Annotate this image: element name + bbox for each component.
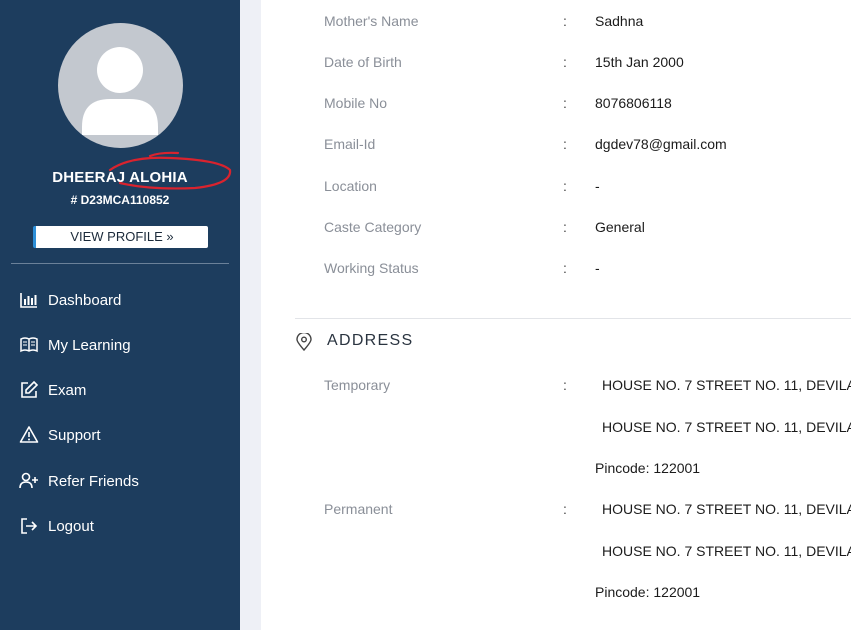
sidebar-item-label: Logout [48, 517, 94, 535]
sidebar-item-logout[interactable]: Logout [19, 514, 94, 538]
red-annotation-scribble [108, 151, 232, 190]
sidebar-divider [11, 263, 229, 264]
user-plus-icon [19, 472, 38, 489]
user-silhouette-icon [82, 47, 158, 135]
field-colon: : [563, 178, 567, 194]
avatar[interactable] [58, 23, 183, 148]
sidebar-item-refer-friends[interactable]: Refer Friends [19, 469, 139, 493]
sidebar-item-label: Exam [48, 381, 87, 399]
sidebar-item-label: Refer Friends [48, 472, 139, 490]
sidebar-item-dashboard[interactable]: Dashboard [19, 288, 121, 312]
field-value: - [595, 178, 600, 194]
bar-chart-icon [20, 293, 37, 308]
field-label: Location [324, 178, 377, 194]
field-label: Email-Id [324, 136, 376, 152]
sidebar-item-support[interactable]: Support [19, 423, 101, 447]
field-value: 8076806118 [595, 95, 672, 111]
address-line: HOUSE NO. 7 STREET NO. 11, DEVILAL [602, 419, 851, 435]
profile-content: Mother's Name : Sadhna Date of Birth : 1… [261, 0, 851, 630]
address-pincode: Pincode: 122001 [595, 584, 701, 600]
view-profile-button[interactable]: VIEW PROFILE » [33, 226, 208, 248]
sidebar-item-label: My Learning [48, 336, 131, 354]
address-heading: ADDRESS [327, 332, 414, 349]
field-value: Sadhna [595, 13, 644, 29]
sidebar-item-exam[interactable]: Exam [19, 378, 86, 402]
field-label: Date of Birth [324, 54, 402, 70]
logout-icon [21, 518, 38, 534]
field-label: Mother's Name [324, 13, 419, 29]
field-colon: : [563, 501, 567, 517]
edit-icon [21, 380, 39, 398]
location-pin-icon [296, 333, 312, 351]
field-value: 15th Jan 2000 [595, 54, 684, 70]
sidebar-item-label: Dashboard [48, 291, 122, 309]
double-chevron-right-icon: » [166, 229, 174, 244]
field-label: Working Status [324, 260, 419, 276]
address-line: HOUSE NO. 7 STREET NO. 11, DEVILAL [602, 543, 851, 559]
field-value: - [595, 260, 600, 276]
field-colon: : [563, 260, 567, 276]
field-value: dgdev78@gmail.com [595, 136, 727, 152]
field-colon: : [563, 54, 567, 70]
section-divider [295, 318, 851, 319]
book-icon [20, 337, 38, 353]
sidebar: DHEERAJ ALOHIA # D23MCA110852 VIEW PROFI… [0, 0, 240, 630]
address-pincode: Pincode: 122001 [595, 460, 701, 476]
sidebar-item-my-learning[interactable]: My Learning [19, 333, 131, 357]
sidebar-item-label: Support [48, 426, 101, 444]
address-label-temporary: Temporary [324, 377, 391, 393]
address-line: HOUSE NO. 7 STREET NO. 11, DEVILAL [602, 501, 851, 517]
field-label: Mobile No [324, 95, 388, 111]
field-label: Caste Category [324, 219, 422, 235]
field-colon: : [563, 377, 567, 393]
address-label-permanent: Permanent [324, 501, 393, 517]
field-value: General [595, 219, 645, 235]
alert-triangle-icon [19, 426, 39, 443]
view-profile-label: VIEW PROFILE [70, 229, 163, 244]
address-line: HOUSE NO. 7 STREET NO. 11, DEVILAL [602, 377, 851, 393]
user-id: # D23MCA110852 [70, 193, 170, 207]
field-colon: : [563, 136, 567, 152]
field-colon: : [563, 13, 567, 29]
field-colon: : [563, 95, 567, 111]
field-colon: : [563, 219, 567, 235]
